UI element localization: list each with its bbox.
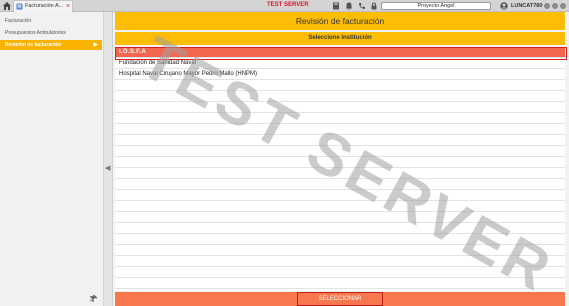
user-avatar-icon[interactable] (500, 2, 508, 10)
section-header: Seleccione Institución (115, 32, 565, 45)
list-item[interactable]: Fundación de Sanidad Naval (115, 58, 565, 69)
username: LUNCAT780 (511, 3, 543, 9)
sidebar: Facturación Presupuestos Ambulatorios Re… (0, 12, 104, 306)
list-item (115, 80, 565, 91)
list-item (115, 201, 565, 212)
sidebar-item-revision[interactable]: Revisión de facturación ▶ (0, 40, 102, 50)
sidebar-item-facturacion[interactable]: Facturación (0, 16, 102, 26)
minimize-button[interactable] (544, 3, 550, 9)
top-bar: Facturación A... × TEST SERVER Proyecto … (0, 0, 569, 12)
sidebar-collapse-handle[interactable]: ◀ (104, 12, 113, 306)
close-window-button[interactable] (560, 3, 566, 9)
sidebar-item-label: Revisión de facturación (5, 42, 62, 48)
list-item-label: Fundación de Sanidad Naval (119, 60, 197, 66)
tab-label: Facturación A... (25, 3, 64, 9)
phone-icon[interactable] (358, 2, 366, 10)
page-title: Revisión de facturación (295, 16, 385, 26)
sidebar-item-presupuestos[interactable]: Presupuestos Ambulatorios (0, 28, 102, 38)
lock-icon[interactable] (370, 2, 378, 10)
server-label: TEST SERVER (267, 2, 309, 8)
select-button[interactable]: SELECCIONAR (297, 292, 383, 306)
list-item-label: I.O.S.F.A (119, 49, 147, 55)
tab-app-icon (16, 3, 23, 10)
list-item (115, 212, 565, 223)
list-item (115, 135, 565, 146)
chevron-right-icon: ▶ (93, 42, 98, 48)
list-item[interactable]: Hospital Naval Cirujano Mayor Pedro Mall… (115, 69, 565, 80)
list-item[interactable]: I.O.S.F.A (115, 47, 565, 58)
home-icon[interactable] (2, 1, 12, 11)
list-item (115, 245, 565, 256)
pin-icon[interactable] (89, 294, 98, 303)
maximize-button[interactable] (552, 3, 558, 9)
sidebar-item-label: Presupuestos Ambulatorios (5, 30, 66, 36)
list-item (115, 179, 565, 190)
book-icon[interactable] (332, 2, 340, 10)
list-item (115, 124, 565, 135)
notification-icon[interactable] (345, 2, 353, 10)
list-item (115, 168, 565, 179)
tab-close-icon[interactable]: × (66, 2, 70, 11)
list-item (115, 190, 565, 201)
list-item (115, 102, 565, 113)
chevron-left-icon: ◀ (105, 165, 111, 172)
footer-bar: SELECCIONAR (115, 292, 565, 306)
list-item-label: Hospital Naval Cirujano Mayor Pedro Mall… (119, 71, 258, 77)
project-label: Proyecto Angel (417, 3, 455, 9)
list-item (115, 91, 565, 102)
list-item (115, 146, 565, 157)
institution-list: I.O.S.F.A Fundación de Sanidad Naval Hospi… (115, 47, 565, 291)
section-title: Seleccione Institución (308, 35, 372, 41)
list-item (115, 223, 565, 234)
list-item (115, 267, 565, 278)
list-item (115, 157, 565, 168)
list-item (115, 256, 565, 267)
list-item (115, 113, 565, 124)
main-panel: Revisión de facturación Seleccione Insti… (113, 12, 569, 306)
project-selector[interactable]: Proyecto Angel (381, 2, 491, 10)
tab-facturacion[interactable]: Facturación A... × (13, 0, 73, 12)
list-item (115, 278, 565, 289)
page-header: Revisión de facturación (115, 12, 565, 30)
sidebar-item-label: Facturación (5, 18, 32, 24)
list-item (115, 234, 565, 245)
